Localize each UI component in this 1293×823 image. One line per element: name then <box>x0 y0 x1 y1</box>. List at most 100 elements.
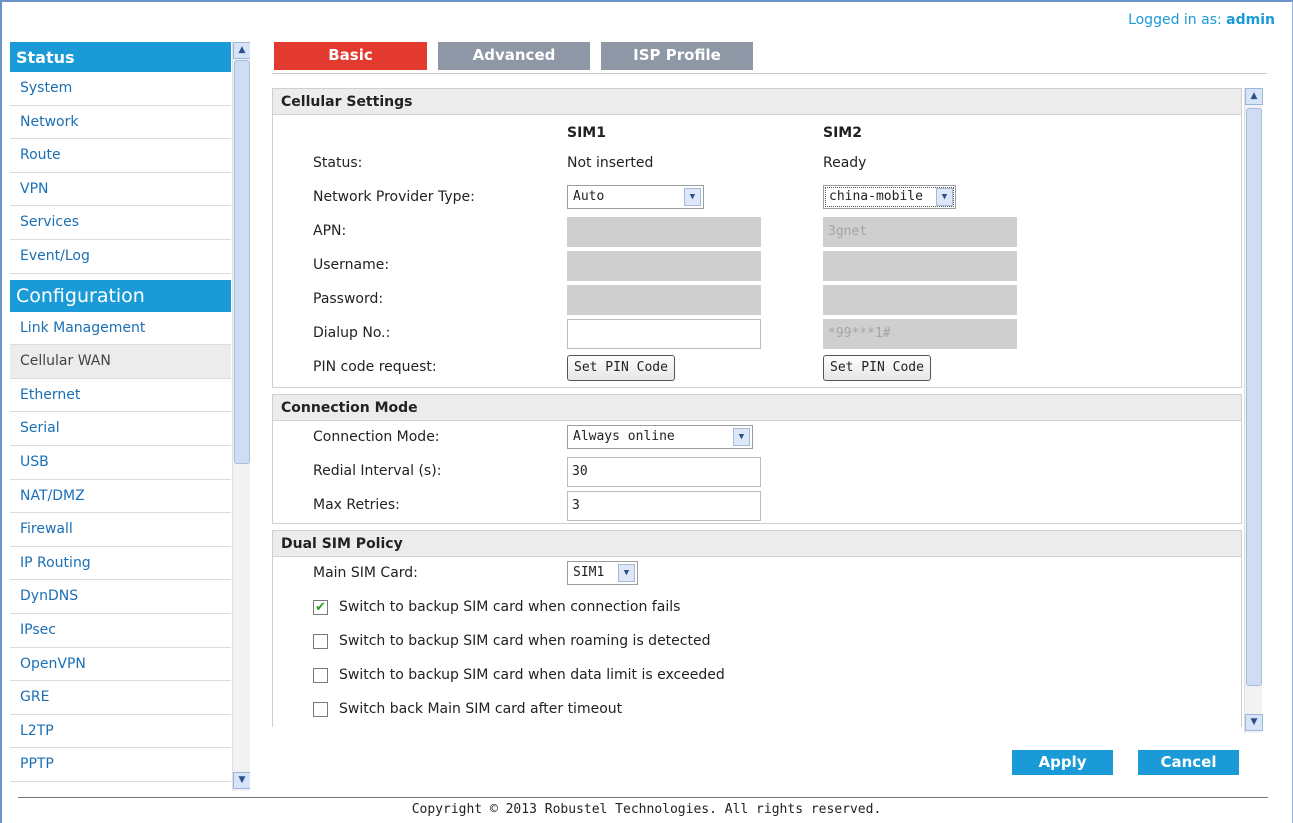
pin-label: PIN code request: <box>313 359 437 375</box>
sim2-header: SIM2 <box>823 125 862 141</box>
sidebar-item-link-management[interactable]: Link Management <box>10 312 231 346</box>
sim2-apn-input[interactable]: 3gnet <box>823 217 1017 247</box>
sidebar-item-nat-dmz[interactable]: NAT/DMZ <box>10 480 231 514</box>
redial-label: Redial Interval (s): <box>313 463 442 479</box>
scroll-down-icon[interactable]: ▼ <box>1245 714 1263 731</box>
sim1-password-input[interactable] <box>567 285 761 315</box>
option-label: Switch to backup SIM card when connectio… <box>339 599 681 615</box>
sim2-set-pin-button[interactable]: Set PIN Code <box>823 355 931 381</box>
main-scrollbar[interactable]: ▲ ▼ <box>1244 88 1263 733</box>
sim2-provider-select[interactable]: china-mobile ▼ <box>823 185 956 209</box>
sidebar-item-dyndns[interactable]: DynDNS <box>10 580 231 614</box>
sidebar-scrollbar[interactable]: ▲ ▼ <box>232 42 250 791</box>
status-label: Status: <box>313 155 363 171</box>
sidebar-item-ipsec[interactable]: IPsec <box>10 614 231 648</box>
footer-copyright: Copyright © 2013 Robustel Technologies. … <box>411 802 882 817</box>
sidebar-item-ethernet[interactable]: Ethernet <box>10 379 231 413</box>
tab-underline <box>272 73 1267 74</box>
pin-row: PIN code request: Set PIN Code Set PIN C… <box>273 351 1241 387</box>
option-connection-fails: ✔ Switch to backup SIM card when connect… <box>273 591 1241 625</box>
sidebar-item-vpn[interactable]: VPN <box>10 173 231 207</box>
tab-advanced[interactable]: Advanced <box>438 42 590 70</box>
sim1-dialup-input[interactable] <box>567 319 761 349</box>
status-row: Status: Not inserted Ready <box>273 147 1241 181</box>
sidebar-scroll-thumb[interactable] <box>234 60 250 464</box>
cancel-button[interactable]: Cancel <box>1138 750 1239 775</box>
sidebar: Status System Network Route VPN Services… <box>10 42 250 791</box>
sidebar-item-cellular-wan[interactable]: Cellular WAN <box>10 345 231 379</box>
provider-row: Network Provider Type: Auto ▼ china-mobi… <box>273 181 1241 215</box>
checkbox-switch-back[interactable] <box>313 702 328 717</box>
main-scroll-thumb[interactable] <box>1246 108 1262 686</box>
connection-mode-select[interactable]: Always online ▼ <box>567 425 753 449</box>
option-label: Switch back Main SIM card after timeout <box>339 701 623 717</box>
chevron-down-icon: ▼ <box>618 564 635 582</box>
apply-button[interactable]: Apply <box>1012 750 1113 775</box>
retries-label: Max Retries: <box>313 497 400 513</box>
connection-mode-label: Connection Mode: <box>313 429 440 445</box>
apn-row: APN: 3gnet <box>273 215 1241 249</box>
cellular-settings-panel: Cellular Settings SIM1 SIM2 Status: Not … <box>272 88 1242 388</box>
login-user: admin <box>1226 12 1275 28</box>
retries-row: Max Retries: 3 <box>273 489 1241 523</box>
option-roaming-detected: Switch to backup SIM card when roaming i… <box>273 625 1241 659</box>
sidebar-list: Status System Network Route VPN Services… <box>10 42 231 782</box>
tab-basic[interactable]: Basic <box>274 42 427 70</box>
sidebar-item-route[interactable]: Route <box>10 139 231 173</box>
sidebar-item-l2tp[interactable]: L2TP <box>10 715 231 749</box>
sim1-username-input[interactable] <box>567 251 761 281</box>
scroll-up-icon[interactable]: ▲ <box>1245 88 1263 105</box>
sim2-username-input[interactable] <box>823 251 1017 281</box>
sim2-dialup-input[interactable]: *99***1# <box>823 319 1017 349</box>
sidebar-item-firewall[interactable]: Firewall <box>10 513 231 547</box>
checkmark-icon: ✔ <box>315 600 326 615</box>
sim2-password-input[interactable] <box>823 285 1017 315</box>
sidebar-item-openvpn[interactable]: OpenVPN <box>10 648 231 682</box>
dialup-row: Dialup No.: *99***1# <box>273 317 1241 351</box>
scroll-up-icon[interactable]: ▲ <box>233 42 250 59</box>
option-switch-back: Switch back Main SIM card after timeout <box>273 693 1241 727</box>
dialup-label: Dialup No.: <box>313 325 391 341</box>
sidebar-item-serial[interactable]: Serial <box>10 412 231 446</box>
sidebar-item-usb[interactable]: USB <box>10 446 231 480</box>
checkbox-data-limit[interactable] <box>313 668 328 683</box>
sidebar-item-gre[interactable]: GRE <box>10 681 231 715</box>
tab-isp-profile[interactable]: ISP Profile <box>601 42 753 70</box>
scroll-down-icon[interactable]: ▼ <box>233 772 250 789</box>
username-label: Username: <box>313 257 390 273</box>
apn-label: APN: <box>313 223 347 239</box>
option-label: Switch to backup SIM card when data limi… <box>339 667 725 683</box>
sidebar-item-services[interactable]: Services <box>10 206 231 240</box>
main-sim-label: Main SIM Card: <box>313 565 418 581</box>
max-retries-input[interactable]: 3 <box>567 491 761 521</box>
connection-mode-panel: Connection Mode Connection Mode: Always … <box>272 394 1242 524</box>
checkbox-roaming-detected[interactable] <box>313 634 328 649</box>
sidebar-item-event-log[interactable]: Event/Log <box>10 240 231 274</box>
sim-header-row: SIM1 SIM2 <box>273 115 1241 147</box>
login-status: Logged in as: admin <box>1128 12 1275 28</box>
sidebar-section-status: Status <box>10 42 231 72</box>
sidebar-item-system[interactable]: System <box>10 72 231 106</box>
cellular-settings-title: Cellular Settings <box>273 89 1241 115</box>
dual-sim-panel: Dual SIM Policy Main SIM Card: SIM1 ▼ ✔ … <box>272 530 1242 727</box>
password-row: Password: <box>273 283 1241 317</box>
sidebar-item-network[interactable]: Network <box>10 106 231 140</box>
redial-interval-input[interactable]: 30 <box>567 457 761 487</box>
sidebar-section-configuration: Configuration <box>10 279 231 312</box>
sim1-set-pin-button[interactable]: Set PIN Code <box>567 355 675 381</box>
connection-mode-title: Connection Mode <box>273 395 1241 421</box>
sim1-provider-select[interactable]: Auto ▼ <box>567 185 704 209</box>
option-label: Switch to backup SIM card when roaming i… <box>339 633 711 649</box>
sidebar-item-pptp[interactable]: PPTP <box>10 748 231 782</box>
checkbox-connection-fails[interactable]: ✔ <box>313 600 328 615</box>
sim1-header: SIM1 <box>567 125 606 141</box>
sim1-apn-input[interactable] <box>567 217 761 247</box>
password-label: Password: <box>313 291 384 307</box>
sidebar-item-ip-routing[interactable]: IP Routing <box>10 547 231 581</box>
main-panel: Cellular Settings SIM1 SIM2 Status: Not … <box>272 88 1269 733</box>
sim1-status: Not inserted <box>567 155 654 171</box>
provider-label: Network Provider Type: <box>313 189 475 205</box>
main-sim-row: Main SIM Card: SIM1 ▼ <box>273 557 1241 591</box>
main-sim-select[interactable]: SIM1 ▼ <box>567 561 638 585</box>
option-data-limit: Switch to backup SIM card when data limi… <box>273 659 1241 693</box>
